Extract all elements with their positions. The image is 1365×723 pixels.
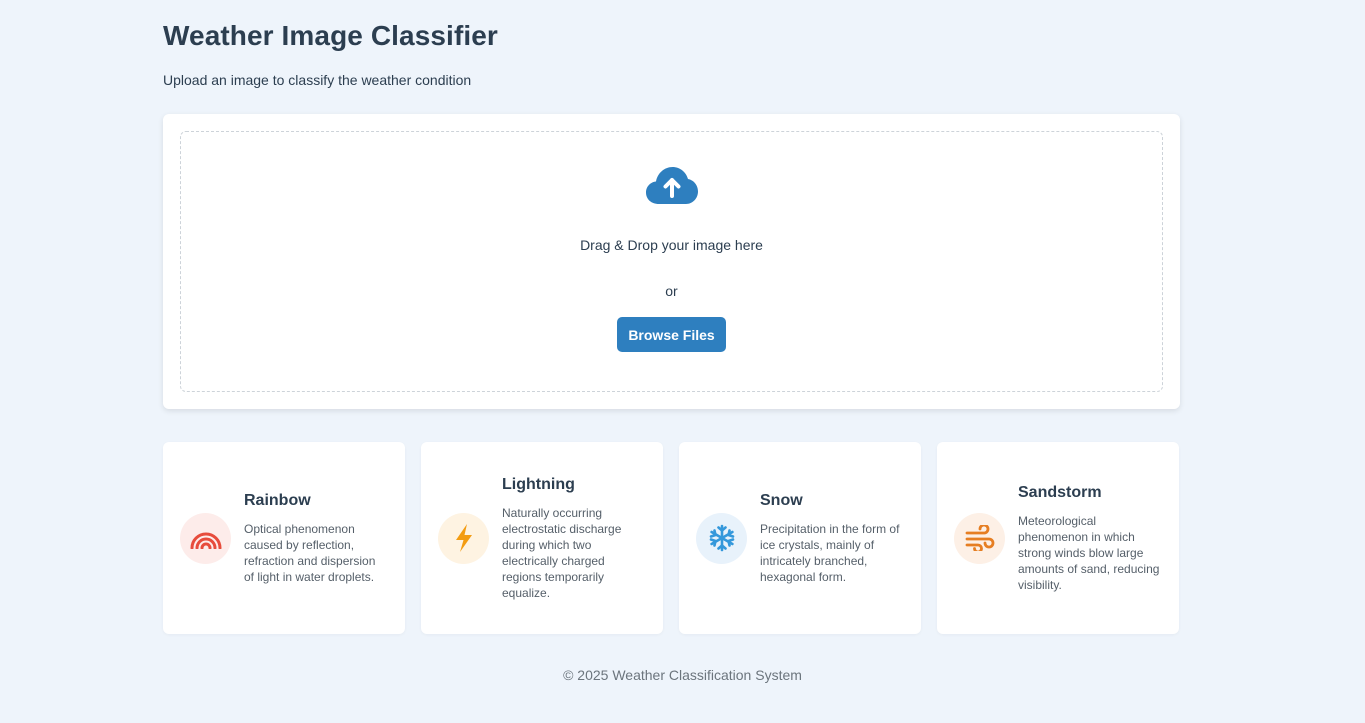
category-card-rainbow: Rainbow Optical phenomenon caused by ref… bbox=[163, 442, 405, 634]
card-title: Lightning bbox=[502, 476, 575, 493]
upload-card: Drag & Drop your image here or Browse Fi… bbox=[163, 114, 1180, 409]
main-container: Weather Image Classifier Upload an image… bbox=[163, 0, 1180, 634]
browse-files-button[interactable]: Browse Files bbox=[617, 317, 726, 352]
rainbow-icon-circle bbox=[180, 512, 231, 564]
card-description: Meteorological phenomenon in which stron… bbox=[1018, 514, 1160, 592]
rainbow-icon bbox=[190, 532, 221, 549]
snowflake-icon bbox=[709, 524, 734, 552]
category-card-sandstorm: Sandstorm Meteorological phenomenon in w… bbox=[937, 442, 1179, 634]
card-description: Naturally occurring electrostatic discha… bbox=[502, 506, 622, 600]
card-text: Sandstorm Meteorological phenomenon in w… bbox=[1018, 483, 1162, 593]
weather-categories: Rainbow Optical phenomenon caused by ref… bbox=[163, 442, 1180, 634]
cloud-upload-icon bbox=[645, 167, 698, 204]
footer-copyright: © 2025 Weather Classification System bbox=[563, 667, 802, 683]
card-title: Sandstorm bbox=[1018, 484, 1102, 501]
lightning-icon-circle bbox=[438, 512, 489, 564]
page-title: Weather Image Classifier bbox=[163, 20, 498, 51]
wind-icon bbox=[965, 525, 994, 551]
category-card-lightning: Lightning Naturally occurring electrosta… bbox=[421, 442, 663, 634]
card-text: Snow Precipitation in the form of ice cr… bbox=[760, 491, 904, 585]
snowflake-icon-circle bbox=[696, 512, 747, 564]
card-title: Snow bbox=[760, 492, 803, 509]
lightning-icon bbox=[455, 524, 472, 552]
or-separator: or bbox=[665, 283, 678, 299]
wind-icon-circle bbox=[954, 512, 1005, 564]
category-card-snow: Snow Precipitation in the form of ice cr… bbox=[679, 442, 921, 634]
card-title: Rainbow bbox=[244, 492, 311, 509]
card-description: Precipitation in the form of ice crystal… bbox=[760, 522, 900, 584]
drop-instructions: Drag & Drop your image here bbox=[580, 237, 763, 253]
page-subtitle: Upload an image to classify the weather … bbox=[163, 72, 472, 88]
drop-zone[interactable]: Drag & Drop your image here or Browse Fi… bbox=[180, 131, 1163, 392]
card-text: Rainbow Optical phenomenon caused by ref… bbox=[244, 491, 388, 585]
card-description: Optical phenomenon caused by reflection,… bbox=[244, 522, 376, 584]
card-text: Lightning Naturally occurring electrosta… bbox=[502, 475, 646, 601]
